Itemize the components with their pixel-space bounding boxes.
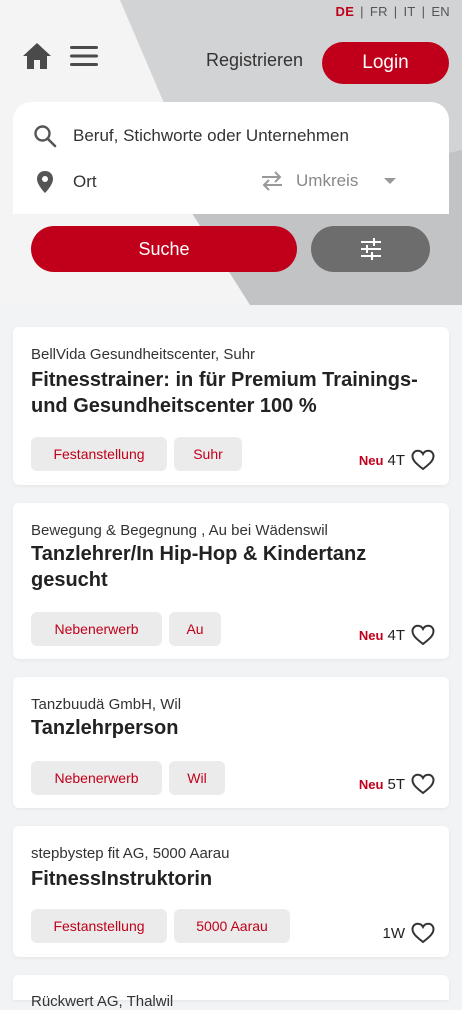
posted-age: 4T [387, 451, 405, 469]
heart-icon[interactable] [411, 773, 435, 795]
search-card: Beruf, Stichworte oder Unternehmen Ort U… [13, 102, 449, 288]
location-pin-icon [37, 171, 53, 193]
tag-location[interactable]: 5000 Aarau [174, 909, 290, 943]
job-meta: Neu 4T [359, 624, 435, 646]
lang-fr[interactable]: FR [370, 4, 388, 19]
location-input[interactable]: Ort [73, 172, 97, 192]
tag-employment-type[interactable]: Nebenerwerb [31, 612, 162, 646]
company-name: stepbystep fit AG, 5000 Aarau [31, 845, 230, 862]
job-meta: 1W [379, 922, 436, 944]
lang-de[interactable]: DE [336, 4, 355, 19]
search-button[interactable]: Suche [31, 226, 297, 272]
job-meta: Neu 5T [359, 773, 435, 795]
keyword-input[interactable]: Beruf, Stichworte oder Unternehmen [73, 126, 349, 146]
tag-location[interactable]: Au [169, 612, 221, 646]
home-icon[interactable] [22, 42, 52, 70]
tag-employment-type[interactable]: Festanstellung [31, 909, 167, 943]
job-title[interactable]: FitnessInstruktorin [31, 866, 441, 892]
company-name: Tanzbuudä GmbH, Wil [31, 696, 182, 713]
hero-header: DE | FR | IT | EN Registrieren Login Ber… [0, 0, 462, 305]
register-link[interactable]: Registrieren [206, 50, 303, 71]
location-row[interactable]: Ort [13, 170, 97, 194]
new-badge: Neu [358, 627, 384, 643]
heart-icon[interactable] [411, 449, 435, 471]
tag-employment-type[interactable]: Nebenerwerb [31, 761, 162, 795]
job-card[interactable]: Rückwert AG, Thalwil [13, 975, 449, 1010]
new-badge: Neu [358, 452, 384, 468]
tag-location[interactable]: Wil [169, 761, 225, 795]
tag-location[interactable]: Suhr [174, 437, 242, 471]
job-card[interactable]: BellVida Gesundheitscenter, Suhr Fitness… [13, 327, 449, 485]
lang-en[interactable]: EN [431, 4, 450, 19]
job-card[interactable]: stepbystep fit AG, 5000 Aarau FitnessIns… [13, 826, 449, 957]
search-icon [34, 125, 57, 148]
radius-select[interactable]: Umkreis [260, 170, 397, 192]
chevron-down-icon [384, 178, 397, 184]
posted-age: 1W [382, 924, 406, 942]
job-card[interactable]: Bewegung & Begegnung , Au bei Wädenswil … [13, 503, 449, 659]
language-switcher: DE | FR | IT | EN [335, 4, 450, 19]
filter-sliders-icon [360, 238, 381, 260]
filter-button[interactable] [311, 226, 430, 272]
tag-employment-type[interactable]: Festanstellung [31, 437, 167, 471]
job-title[interactable]: Tanzlehrer/In Hip-Hop & Kindertanz gesuc… [31, 541, 441, 593]
heart-icon[interactable] [411, 922, 435, 944]
lang-it[interactable]: IT [403, 4, 415, 19]
job-title[interactable]: Fitnesstrainer: in für Premium Trainings… [31, 367, 441, 419]
job-title[interactable]: Tanzlehrperson [31, 715, 441, 741]
search-fields: Beruf, Stichworte oder Unternehmen Ort U… [13, 102, 449, 214]
new-badge: Neu [358, 776, 384, 792]
heart-icon[interactable] [411, 624, 435, 646]
company-name: Bewegung & Begegnung , Au bei Wädenswil [31, 522, 328, 539]
keyword-row[interactable]: Beruf, Stichworte oder Unternehmen [13, 124, 349, 148]
login-button[interactable]: Login [322, 42, 449, 84]
hamburger-menu-icon[interactable] [69, 44, 99, 68]
company-name: Rückwert AG, Thalwil [31, 993, 174, 1010]
job-card[interactable]: Tanzbuudä GmbH, Wil Tanzlehrperson Neben… [13, 677, 449, 808]
radius-label: Umkreis [296, 171, 359, 190]
posted-age: 5T [387, 775, 405, 793]
swap-arrows-icon [262, 171, 282, 191]
company-name: BellVida Gesundheitscenter, Suhr [31, 346, 256, 363]
posted-age: 4T [387, 626, 405, 644]
job-meta: Neu 4T [359, 449, 435, 471]
